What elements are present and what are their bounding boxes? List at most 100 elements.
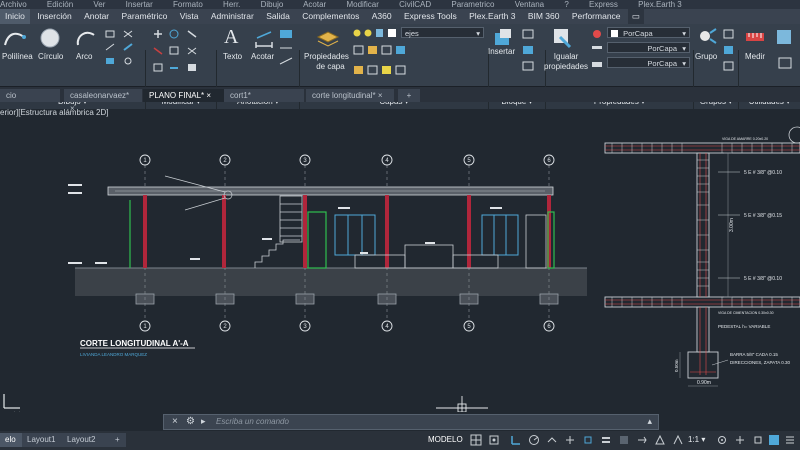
dimension-icon[interactable] <box>253 28 275 50</box>
ribbon-tab-complementos[interactable]: Complementos <box>297 9 364 24</box>
text-icon[interactable]: A <box>224 26 238 49</box>
hardware-acceleration-icon[interactable] <box>768 434 780 446</box>
match-properties-button[interactable]: Igualar propiedades <box>544 52 588 72</box>
new-tab-button[interactable]: + <box>398 89 420 102</box>
menu-archivo[interactable]: Archivo <box>0 0 27 9</box>
menu-civilcad[interactable]: CivilCAD <box>399 0 431 9</box>
ribbon-tab-performance[interactable]: Performance <box>567 9 626 24</box>
menu-dibujo[interactable]: Dibujo <box>261 0 284 9</box>
insert-button[interactable]: Insertar <box>488 47 515 56</box>
doc-tab-5[interactable]: corte longitudinal* × <box>306 89 394 102</box>
menu-acotar[interactable]: Acotar <box>303 0 326 9</box>
chevron-up-icon[interactable]: ▴ <box>647 416 652 427</box>
menu-express[interactable]: Express <box>589 0 618 9</box>
auto-scale-icon[interactable] <box>672 434 684 446</box>
block-tools-icon[interactable] <box>520 28 540 78</box>
plus-icon[interactable] <box>734 434 746 446</box>
ribbon-tab-inicio[interactable]: Inicio <box>0 9 30 24</box>
insert-block-icon[interactable] <box>492 27 514 49</box>
match-properties-label-1: Igualar <box>553 52 579 61</box>
group-icon[interactable] <box>696 27 718 49</box>
staircase <box>254 195 303 268</box>
arc-button[interactable]: Arco <box>76 52 92 61</box>
doc-tab-2[interactable]: casaleonarvaez* × <box>64 89 142 113</box>
isodraft-icon[interactable] <box>546 434 558 446</box>
transparency-icon[interactable] <box>618 434 630 446</box>
measure-button[interactable]: Medir <box>745 52 765 61</box>
wrench-icon[interactable]: ⚙ <box>186 416 195 427</box>
close-icon[interactable]: × <box>172 416 178 427</box>
ribbon-tab-anotar[interactable]: Anotar <box>79 9 114 24</box>
dimension-button[interactable]: Acotar <box>251 52 274 61</box>
workspace-gear-icon[interactable] <box>716 434 728 446</box>
doc-tab-3[interactable]: PLANO FINAL* × <box>143 89 225 102</box>
ribbon-toggle-icon[interactable]: ▭ <box>627 9 644 24</box>
polyline-icon[interactable] <box>2 27 28 49</box>
ribbon-tab-administrar[interactable]: Administrar <box>206 9 259 24</box>
group-tools-icon[interactable] <box>722 28 736 78</box>
menu-modificar[interactable]: Modificar <box>346 0 378 9</box>
text-button[interactable]: Texto <box>223 52 242 61</box>
match-properties-icon[interactable] <box>552 27 574 49</box>
drawing-canvas[interactable]: 1 2 3 4 5 6 1 2 3 4 5 6 CORTE LONGITUDIN… <box>0 102 800 412</box>
group-button[interactable]: Grupo <box>695 52 717 61</box>
selection-cycling-icon[interactable] <box>636 434 648 446</box>
annotation-visibility-icon[interactable] <box>654 434 666 446</box>
measure-icon[interactable] <box>744 27 766 49</box>
modify-tools-icon[interactable] <box>150 28 210 80</box>
osnap-tracking-icon[interactable] <box>564 434 576 446</box>
menu-edicion[interactable]: Edición <box>47 0 73 9</box>
doc-tab-1[interactable]: cio <box>0 89 60 102</box>
close-icon[interactable]: × <box>206 91 211 100</box>
annotation-tools-icon[interactable] <box>278 28 298 76</box>
menu-parametrico[interactable]: Parametrico <box>451 0 494 9</box>
layout2-tab[interactable]: Layout2 <box>62 433 112 447</box>
command-prompt-icon[interactable]: ▸ <box>201 416 206 427</box>
close-icon[interactable]: × <box>378 91 383 100</box>
color-dropdown[interactable]: PorCapa ▾ <box>607 27 690 38</box>
utilities-icon[interactable] <box>775 28 797 78</box>
layer-properties-button[interactable]: Propiedades de capa <box>304 52 349 72</box>
ribbon-tab-parametrico[interactable]: Paramétrico <box>117 9 173 24</box>
layer-properties-icon[interactable] <box>316 27 340 49</box>
menu-formato[interactable]: Formato <box>173 0 203 9</box>
layer-tools-icon[interactable] <box>352 44 482 84</box>
ribbon-tab-vista[interactable]: Vista <box>175 9 204 24</box>
model-space-toggle[interactable]: MODELO <box>428 435 463 444</box>
new-layout-button[interactable]: + <box>110 433 126 447</box>
snap-icon[interactable] <box>488 434 500 446</box>
menu-help[interactable]: ? <box>564 0 568 9</box>
linetype-dropdown[interactable]: PorCapa ▾ <box>607 42 690 53</box>
annotation-scale[interactable]: 1:1 ▾ <box>688 435 705 444</box>
menu-ver[interactable]: Ver <box>93 0 105 9</box>
ortho-icon[interactable] <box>510 434 522 446</box>
grid-icon[interactable] <box>470 434 482 446</box>
customize-icon[interactable] <box>784 434 796 446</box>
polar-icon[interactable] <box>528 434 540 446</box>
model-tab[interactable]: elo <box>0 433 24 447</box>
ribbon-tab-insercion[interactable]: Inserción <box>32 9 77 24</box>
circle-button[interactable]: Círculo <box>38 52 63 61</box>
ribbon-tab-a360[interactable]: A360 <box>367 9 397 24</box>
command-line[interactable]: × ⚙ ▸ Escriba un comando ▴ <box>163 414 659 430</box>
lineweight-dropdown[interactable]: PorCapa ▾ <box>607 57 690 68</box>
layer-state-icons[interactable] <box>352 27 402 39</box>
lineweight-icon[interactable] <box>600 434 612 446</box>
layer-dropdown[interactable]: ejes ▾ <box>401 27 484 38</box>
ribbon-tab-bim360[interactable]: BIM 360 <box>523 9 565 24</box>
draw-tools-icon[interactable] <box>104 28 144 78</box>
doc-tab-4[interactable]: cort1* <box>224 89 304 102</box>
circle-icon[interactable] <box>39 27 61 49</box>
arc-icon[interactable] <box>75 27 97 49</box>
polyline-button[interactable]: Polilínea <box>2 52 33 61</box>
osnap-icon[interactable] <box>582 434 594 446</box>
menu-plexearth[interactable]: Plex.Earth 3 <box>638 0 682 9</box>
menu-herr[interactable]: Herr. <box>223 0 240 9</box>
isolate-objects-icon[interactable] <box>752 434 764 446</box>
status-bar: elo Layout1 Layout2 + MODELO 1:1 ▾ <box>0 431 800 450</box>
ribbon-tab-plex-earth[interactable]: Plex.Earth 3 <box>464 9 520 24</box>
menu-ventana[interactable]: Ventana <box>515 0 544 9</box>
ribbon-tab-salida[interactable]: Salida <box>261 9 295 24</box>
menu-insertar[interactable]: Insertar <box>126 0 153 9</box>
ribbon-tab-express-tools[interactable]: Express Tools <box>399 9 462 24</box>
